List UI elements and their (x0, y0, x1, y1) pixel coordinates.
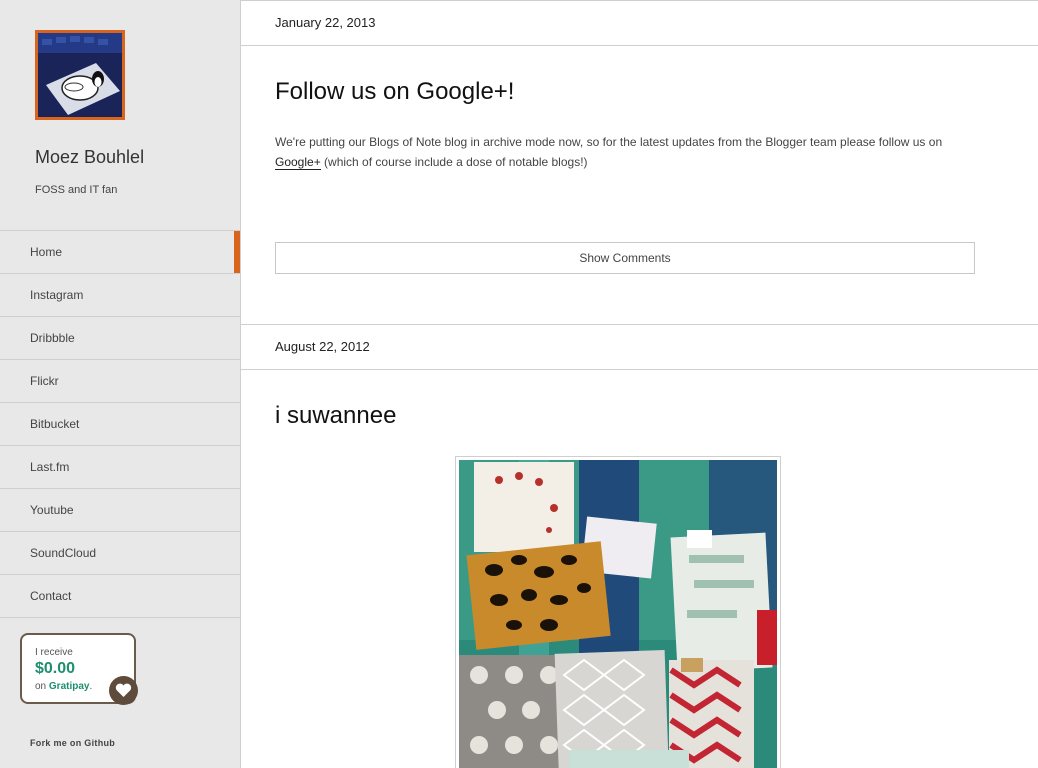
gratipay-amount: $0.00 (35, 660, 76, 677)
nav-item-contact[interactable]: Contact (0, 575, 240, 618)
post-body-text: We're putting our Blogs of Note blog in … (275, 135, 943, 149)
nav-item-lastfm[interactable]: Last.fm (0, 446, 240, 489)
post-title[interactable]: Follow us on Google+! (275, 78, 514, 106)
gratipay-brand-line: on Gratipay. (35, 681, 92, 692)
avatar-image (38, 33, 122, 117)
nav-item-youtube[interactable]: Youtube (0, 489, 240, 532)
google-plus-link[interactable]: Google+ (275, 155, 321, 170)
fork-on-github-link[interactable]: Fork me on Github (30, 738, 115, 748)
nav-item-flickr[interactable]: Flickr (0, 360, 240, 403)
site-title: Moez Bouhlel (35, 147, 145, 167)
main-content: January 22, 2013 Follow us on Google+! W… (241, 0, 1038, 768)
nav-item-dribbble[interactable]: Dribbble (0, 317, 240, 360)
post-date: August 22, 2012 (241, 324, 1038, 370)
fabric-swatches-photo (459, 460, 777, 768)
nav-item-bitbucket[interactable]: Bitbucket (0, 403, 240, 446)
sidebar-nav: Home Instagram Dribbble Flickr Bitbucket… (0, 230, 240, 618)
gratipay-widget[interactable]: I receive $0.00 on Gratipay. (20, 633, 138, 705)
nav-item-instagram[interactable]: Instagram (0, 274, 240, 317)
gratipay-brand: Gratipay (48, 681, 90, 692)
gratipay-receive-label: I receive (35, 647, 73, 658)
profile-avatar[interactable] (35, 30, 125, 120)
nav-item-home[interactable]: Home (0, 231, 240, 274)
post-image[interactable] (455, 456, 781, 768)
show-comments-button[interactable]: Show Comments (275, 242, 975, 274)
gratipay-period: . (89, 681, 93, 692)
sidebar: Moez Bouhlel FOSS and IT fan Home Instag… (0, 0, 241, 768)
nav-item-soundcloud[interactable]: SoundCloud (0, 532, 240, 575)
heart-icon (109, 676, 138, 705)
post-body: We're putting our Blogs of Note blog in … (275, 132, 975, 172)
post-date: January 22, 2013 (241, 0, 1038, 46)
post-title[interactable]: i suwannee (275, 402, 396, 430)
site-description: FOSS and IT fan (35, 184, 118, 196)
post-body-text-end: (which of course include a dose of notab… (320, 155, 588, 169)
gratipay-on-label: on (35, 681, 47, 692)
